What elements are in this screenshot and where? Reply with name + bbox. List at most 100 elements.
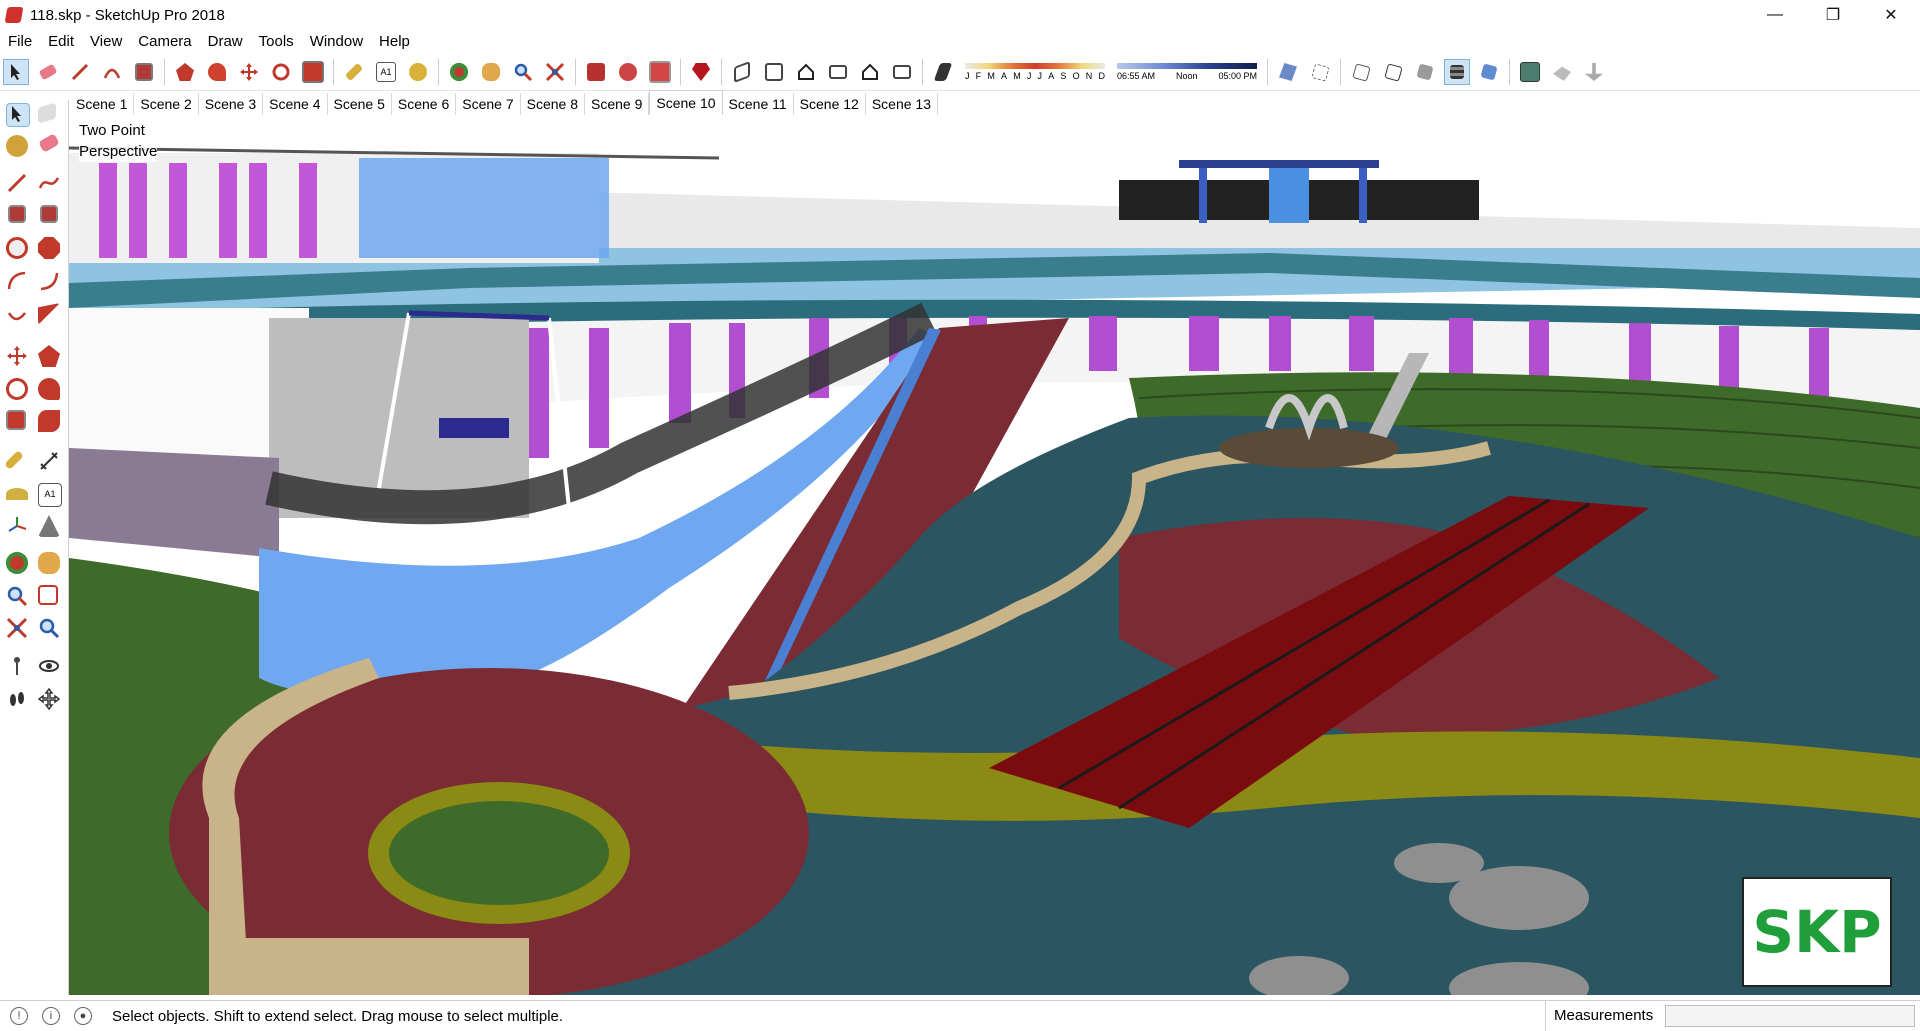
shadow-time-slider[interactable]: 06:55 AM Noon 05:00 PM	[1117, 63, 1257, 81]
follow-me-icon[interactable]	[38, 378, 60, 400]
model-viewport[interactable]: Two Point Perspective SKP	[69, 118, 1920, 995]
rotate-icon[interactable]	[6, 378, 28, 400]
left-view-icon[interactable]	[889, 59, 915, 85]
axes-icon[interactable]	[6, 515, 28, 537]
push-pull-icon[interactable]	[38, 345, 60, 367]
arc-icon[interactable]	[6, 270, 28, 292]
layout-icon[interactable]	[647, 59, 673, 85]
look-around-icon[interactable]	[38, 655, 60, 677]
polygon-icon[interactable]	[38, 237, 60, 259]
pie-icon[interactable]	[38, 303, 60, 325]
rectangle-icon[interactable]	[8, 205, 26, 223]
line-icon[interactable]	[6, 172, 28, 194]
scene-tab[interactable]: Scene 5	[328, 93, 392, 115]
shadow-time-bar[interactable]	[1117, 63, 1257, 69]
orbit-icon[interactable]	[446, 59, 472, 85]
xray-icon[interactable]	[1275, 59, 1301, 85]
section-plane-icon[interactable]	[38, 515, 60, 537]
paint-bucket-icon[interactable]	[405, 59, 431, 85]
zoom-extents-icon[interactable]	[6, 617, 28, 639]
scene-tab[interactable]: Scene 4	[263, 93, 328, 115]
scene-tab[interactable]: Scene 8	[521, 93, 585, 115]
arc-icon[interactable]	[99, 59, 125, 85]
rotated-rectangle-icon[interactable]	[40, 205, 58, 223]
top-view-icon[interactable]	[761, 59, 787, 85]
scene-tab[interactable]: Scene 2	[134, 93, 199, 115]
wireframe-icon[interactable]	[1348, 59, 1374, 85]
line-icon[interactable]	[67, 59, 93, 85]
scene-tab[interactable]: Scene 9	[585, 93, 650, 115]
position-camera-icon[interactable]	[6, 655, 28, 677]
text-icon[interactable]: A1	[38, 483, 62, 507]
component-icon[interactable]	[38, 102, 56, 124]
offset-icon[interactable]	[38, 410, 60, 432]
extension-icon[interactable]	[615, 59, 641, 85]
three-point-arc-icon[interactable]	[6, 303, 28, 325]
pan-icon[interactable]	[478, 59, 504, 85]
menu-help[interactable]: Help	[371, 33, 418, 50]
zoom-icon[interactable]	[6, 585, 28, 607]
paint-bucket-icon[interactable]	[6, 135, 28, 157]
credits-icon[interactable]: i	[42, 1007, 60, 1025]
circle-icon[interactable]	[6, 237, 28, 259]
menu-edit[interactable]: Edit	[40, 33, 82, 50]
rectangle-icon[interactable]	[131, 59, 157, 85]
shadows-toggle-icon[interactable]	[930, 59, 956, 85]
scene-tab[interactable]: Scene 12	[794, 93, 866, 115]
push-pull-icon[interactable]	[172, 59, 198, 85]
scene-tab-active[interactable]: Scene 10	[649, 90, 723, 115]
scene-tab[interactable]: Scene 1	[70, 93, 135, 115]
menu-window[interactable]: Window	[302, 33, 371, 50]
restore-button[interactable]: ❐	[1804, 0, 1862, 30]
tape-measure-icon[interactable]	[4, 450, 24, 470]
follow-me-icon[interactable]	[204, 59, 230, 85]
scale-icon[interactable]	[300, 59, 326, 85]
iso-view-icon[interactable]	[729, 59, 755, 85]
select-icon[interactable]	[6, 103, 30, 127]
tape-measure-icon[interactable]	[341, 59, 367, 85]
zoom-extents-icon[interactable]	[542, 59, 568, 85]
hidden-line-icon[interactable]	[1380, 59, 1406, 85]
shadow-date-slider[interactable]: J F M A M J J A S O N D	[965, 63, 1105, 81]
monochrome-icon[interactable]	[1476, 59, 1502, 85]
select-icon[interactable]	[3, 59, 29, 85]
pan-icon[interactable]	[38, 552, 60, 574]
scene-tab[interactable]: Scene 7	[456, 93, 521, 115]
geo-location-icon[interactable]: !	[10, 1007, 28, 1025]
map-icon[interactable]	[1517, 59, 1543, 85]
eraser-icon[interactable]	[35, 59, 61, 85]
move-icon[interactable]	[236, 59, 262, 85]
walk-icon[interactable]	[6, 688, 28, 710]
menu-tools[interactable]: Tools	[251, 33, 302, 50]
shadow-date-bar[interactable]	[965, 63, 1105, 69]
walk-pan-icon[interactable]	[37, 687, 61, 711]
scene-tab[interactable]: Scene 13	[866, 93, 939, 115]
zoom-icon[interactable]	[510, 59, 536, 85]
menu-view[interactable]: View	[82, 33, 130, 50]
warehouse-icon[interactable]	[583, 59, 609, 85]
shaded-textures-icon[interactable]	[1444, 59, 1470, 85]
terrain-icon[interactable]	[1581, 59, 1607, 85]
protractor-icon[interactable]	[6, 488, 28, 500]
minimize-button[interactable]: —	[1746, 0, 1804, 30]
move-icon[interactable]	[6, 345, 28, 367]
measurements-input[interactable]	[1665, 1005, 1915, 1027]
scale-icon[interactable]	[6, 410, 26, 430]
scene-tab[interactable]: Scene 11	[723, 93, 794, 115]
menu-draw[interactable]: Draw	[200, 33, 251, 50]
two-point-arc-icon[interactable]	[38, 270, 60, 292]
scene-tab[interactable]: Scene 6	[392, 93, 457, 115]
zoom-window-icon[interactable]	[38, 585, 58, 605]
ruby-icon[interactable]	[688, 59, 714, 85]
right-view-icon[interactable]	[825, 59, 851, 85]
back-view-icon[interactable]	[857, 59, 883, 85]
close-button[interactable]: ✕	[1862, 0, 1920, 30]
shaded-icon[interactable]	[1412, 59, 1438, 85]
back-edges-icon[interactable]	[1307, 59, 1333, 85]
previous-view-icon[interactable]	[38, 617, 60, 639]
orbit-icon[interactable]	[6, 552, 28, 574]
menu-camera[interactable]: Camera	[130, 33, 199, 50]
user-icon[interactable]: ●	[74, 1007, 92, 1025]
scene-tab[interactable]: Scene 3	[199, 93, 264, 115]
front-view-icon[interactable]	[793, 59, 819, 85]
